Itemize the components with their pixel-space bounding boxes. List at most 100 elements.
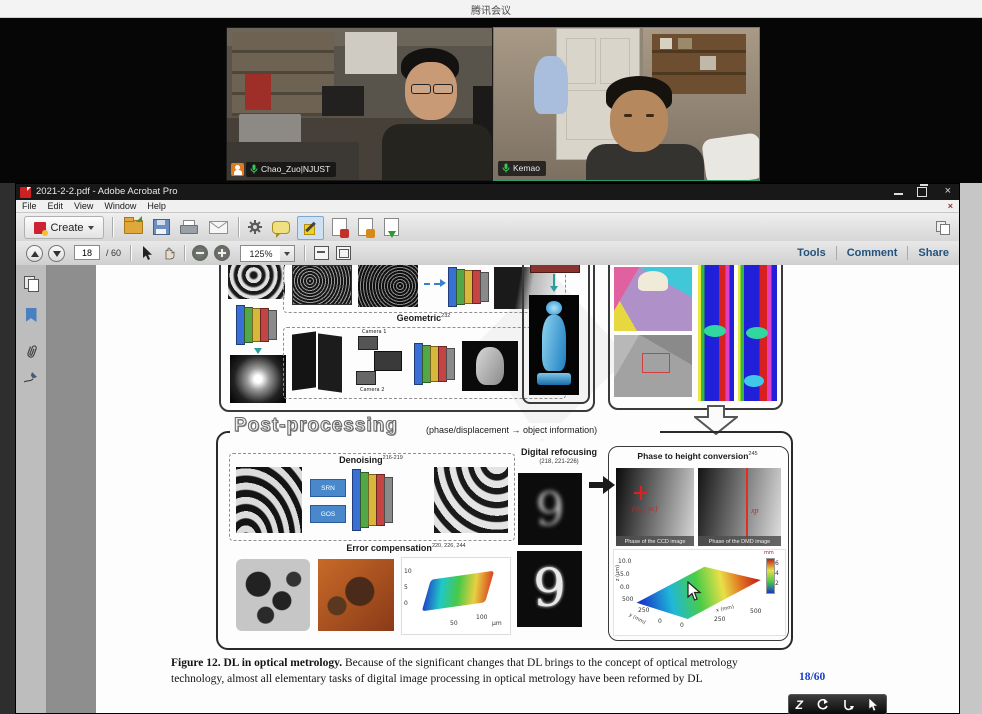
next-page-button[interactable] bbox=[48, 245, 65, 262]
signatures-panel-button[interactable] bbox=[21, 367, 41, 387]
blue-arrowhead-icon bbox=[440, 279, 446, 287]
attachments-panel-button[interactable] bbox=[21, 341, 41, 361]
cnn-stack-a bbox=[236, 305, 284, 345]
menu-window[interactable]: Window bbox=[104, 201, 136, 211]
z-tick: 5.0 bbox=[620, 571, 630, 578]
pages-icon bbox=[24, 276, 38, 291]
document-close-icon[interactable]: × bbox=[948, 201, 953, 211]
cnn-stack-denoise bbox=[352, 469, 398, 531]
fit-page-button[interactable] bbox=[334, 244, 352, 262]
minus-icon bbox=[196, 252, 204, 254]
error-plot-ztick: 0 bbox=[404, 600, 408, 607]
face-panel-2 bbox=[318, 333, 342, 392]
speech-bubble-icon bbox=[272, 221, 290, 234]
shelf-item-2 bbox=[678, 38, 692, 49]
page-number-input[interactable] bbox=[74, 245, 100, 260]
zoom-out-button[interactable] bbox=[192, 245, 208, 261]
chevron-down-icon bbox=[284, 252, 290, 256]
document-area[interactable]: Geometric232 Camera 1 Camera 2 bbox=[47, 265, 959, 713]
tools-button[interactable]: Tools bbox=[797, 247, 826, 259]
pointer-tool-icon[interactable] bbox=[868, 698, 879, 712]
undo-arrow-icon[interactable] bbox=[816, 698, 829, 711]
bookmarks-panel-button[interactable] bbox=[21, 305, 41, 325]
fit-width-button[interactable] bbox=[312, 244, 330, 262]
white-pillow bbox=[701, 132, 760, 181]
save-button[interactable] bbox=[150, 217, 172, 237]
zoom-logo[interactable]: Z bbox=[796, 698, 803, 712]
denoised-fringe-image bbox=[434, 467, 508, 533]
open-file-button[interactable] bbox=[122, 217, 144, 237]
acrobat-titlebar[interactable]: 2021-2-2.pdf - Adobe Acrobat Pro × bbox=[16, 184, 959, 200]
network-box-1: SRN bbox=[310, 479, 346, 497]
comment-button[interactable]: Comment bbox=[847, 247, 898, 259]
pages-panel-button[interactable] bbox=[21, 273, 41, 293]
zoom-dropdown-button[interactable] bbox=[280, 245, 295, 262]
select-tool-button[interactable] bbox=[138, 244, 156, 262]
settings-button[interactable] bbox=[244, 217, 266, 237]
menu-help[interactable]: Help bbox=[147, 201, 166, 211]
down-arrow-icon bbox=[53, 251, 61, 257]
previous-page-button[interactable] bbox=[26, 245, 43, 262]
comment-bubble-button[interactable] bbox=[270, 217, 292, 237]
hand-icon bbox=[162, 246, 176, 260]
convert-doc-button[interactable] bbox=[354, 217, 376, 237]
camera-cluster: Camera 1 Camera 2 bbox=[348, 329, 410, 395]
pdf-page: Geometric232 Camera 1 Camera 2 bbox=[96, 265, 959, 713]
y-axis-label: y (mm) bbox=[628, 612, 647, 626]
hand-tool-button[interactable] bbox=[160, 244, 178, 262]
create-icon bbox=[34, 222, 46, 234]
zoom-in-button[interactable] bbox=[214, 245, 230, 261]
participant-2-eye-left bbox=[624, 114, 632, 117]
print-button[interactable] bbox=[177, 217, 199, 237]
room-window bbox=[345, 32, 397, 74]
statue-head-result-image bbox=[462, 341, 518, 391]
video-feed-participant-1[interactable] bbox=[226, 27, 493, 181]
create-button[interactable]: Create bbox=[24, 216, 104, 239]
black-right-arrow-icon bbox=[588, 475, 616, 495]
restore-button[interactable] bbox=[917, 187, 927, 197]
teal-arrow-down-icon bbox=[550, 286, 558, 292]
video-feed-participant-2[interactable] bbox=[493, 27, 760, 181]
colorbar-tick: 2 bbox=[775, 580, 779, 587]
meeting-titlebar: 腾讯会议 bbox=[0, 0, 982, 18]
pointer-icon bbox=[142, 246, 153, 261]
digit-9-sharp: 9 bbox=[533, 559, 566, 619]
acrobat-window: 2021-2-2.pdf - Adobe Acrobat Pro × File … bbox=[15, 183, 960, 714]
toolbar-navigation: / 60 125% Tools Comment Share bbox=[16, 241, 959, 266]
share-button[interactable]: Share bbox=[918, 247, 949, 259]
redo-arrow-icon[interactable] bbox=[842, 698, 855, 711]
y-tick: 250 bbox=[638, 607, 649, 614]
plus-icon bbox=[218, 249, 226, 257]
room-red-poster bbox=[245, 74, 271, 110]
fringe-input-image bbox=[228, 265, 285, 299]
zoom-level-value[interactable]: 125% bbox=[240, 245, 282, 262]
menu-edit[interactable]: Edit bbox=[48, 201, 64, 211]
annotation-toolbar: Z bbox=[788, 694, 887, 714]
menu-file[interactable]: File bbox=[22, 201, 37, 211]
toolbar-panels-button[interactable] bbox=[933, 218, 951, 236]
export-pdf-button[interactable] bbox=[328, 217, 350, 237]
orange-doc-icon bbox=[358, 218, 373, 236]
participant-1-name: Chao_Zuo|NJUST bbox=[261, 164, 330, 174]
email-button[interactable] bbox=[205, 217, 231, 237]
phase-to-height-label: Phase to height conversion245 bbox=[608, 451, 787, 461]
error-plot-xtick: 50 bbox=[450, 620, 458, 627]
bookmark-icon bbox=[26, 308, 37, 322]
shelf-line-1 bbox=[652, 50, 746, 53]
create-caret-icon bbox=[88, 226, 94, 230]
teal-dashed-line bbox=[553, 274, 555, 286]
microscopy-orange-image bbox=[318, 559, 394, 631]
error-compensation-label: Error compensation220, 226, 244 bbox=[321, 543, 491, 553]
gray-scene-image bbox=[614, 335, 692, 397]
download-doc-button[interactable] bbox=[380, 217, 402, 237]
printer-icon bbox=[180, 220, 197, 234]
close-button[interactable]: × bbox=[945, 185, 951, 197]
z-axis-label: z (μm) bbox=[615, 565, 621, 581]
highlight-tool-button-selected[interactable] bbox=[297, 216, 324, 240]
error-plot-xtick: 100 bbox=[476, 614, 487, 621]
menu-view[interactable]: View bbox=[74, 201, 93, 211]
cnn-stack-b2 bbox=[414, 343, 458, 385]
room-monitor bbox=[322, 86, 364, 116]
minimize-button[interactable] bbox=[894, 193, 903, 195]
z-tick: 0.0 bbox=[620, 584, 630, 591]
